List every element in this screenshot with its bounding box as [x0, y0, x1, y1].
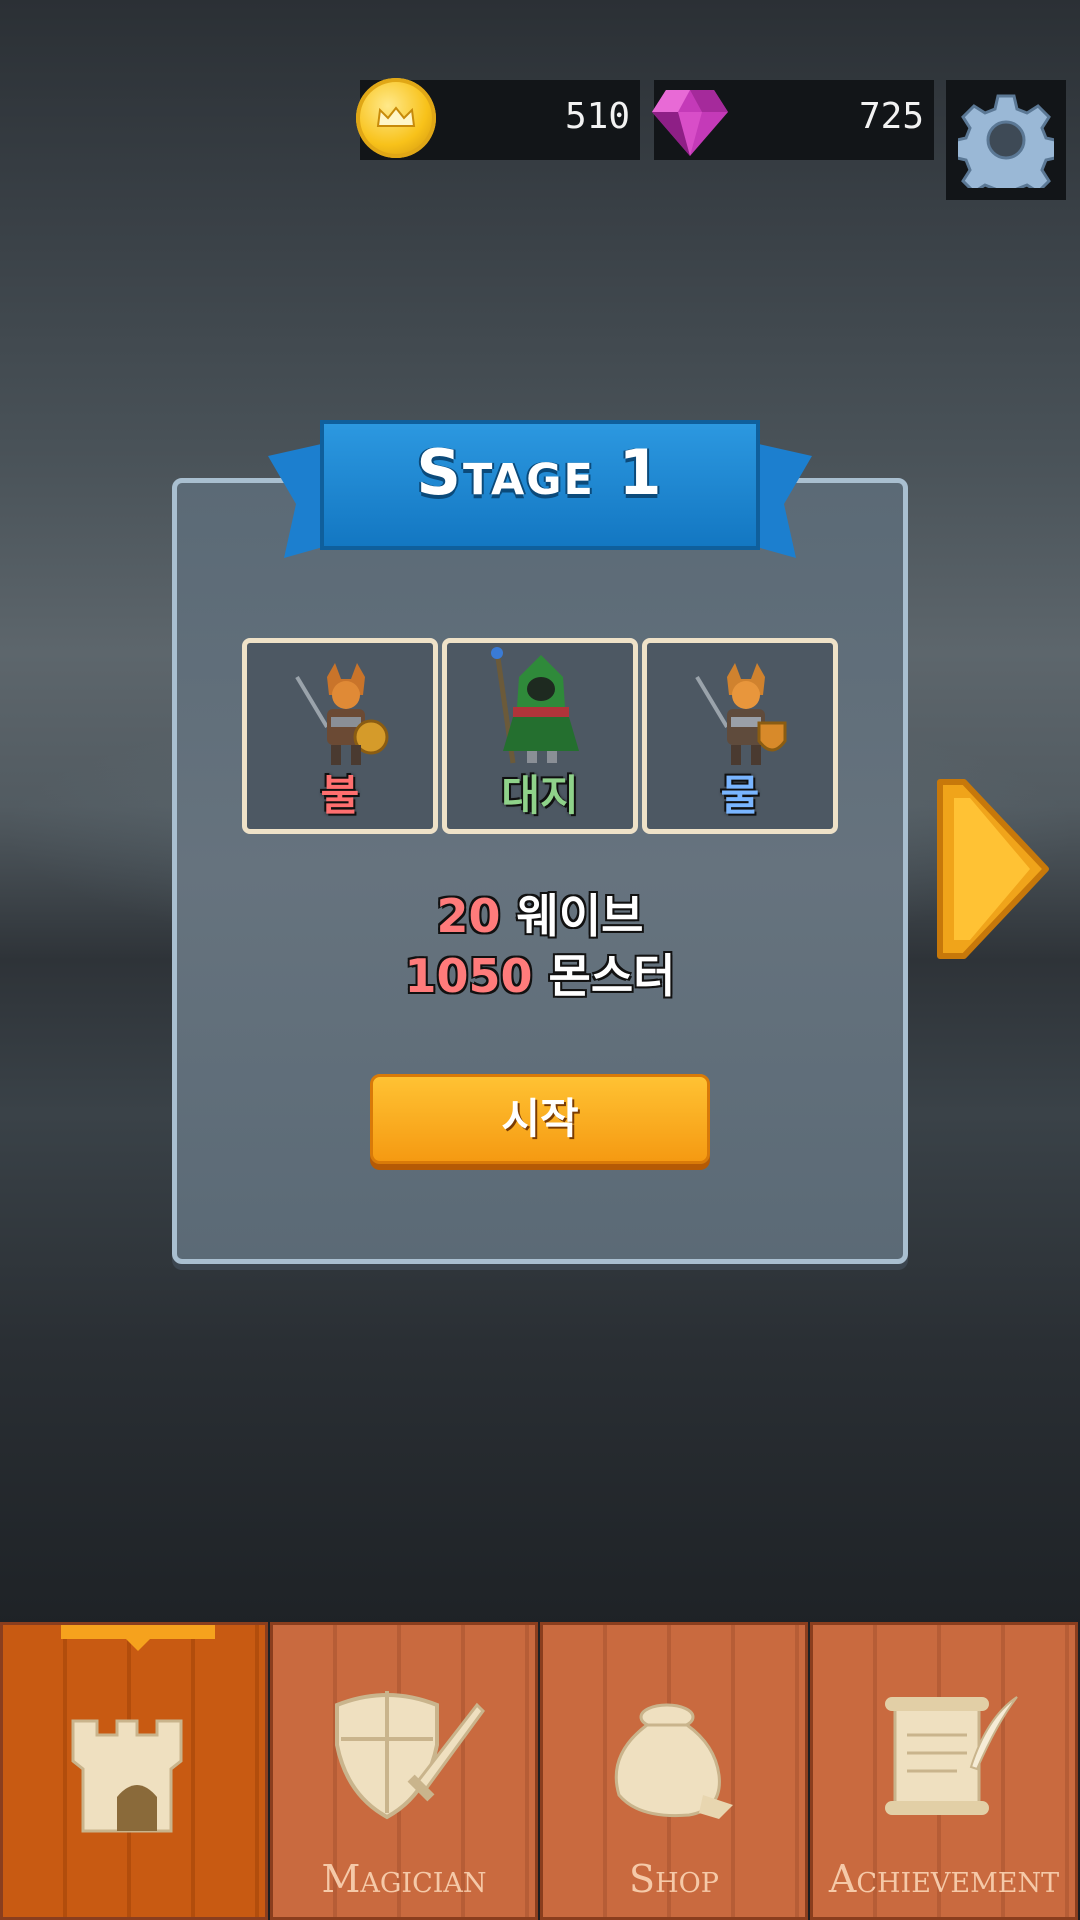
gem-amount: 725	[858, 96, 924, 137]
monsters-label: 몬스터	[548, 949, 676, 1003]
tab-shop[interactable]: Shop	[540, 1622, 808, 1920]
bottom-navigation: Magician Shop Achievement	[0, 1622, 1080, 1920]
gold-counter: 510	[356, 78, 640, 160]
gear-icon	[958, 94, 1054, 188]
active-tab-indicator	[61, 1625, 215, 1651]
gold-coin-icon	[356, 78, 436, 158]
element-label-earth: 대지	[501, 771, 579, 820]
gem-icon	[652, 90, 728, 156]
element-slot-earth[interactable]: 대지	[442, 638, 638, 834]
element-label-water: 물	[720, 771, 760, 820]
monsters-info: 1050 몬스터	[372, 940, 708, 1006]
castle-icon	[71, 1719, 183, 1833]
waves-label: 웨이브	[516, 889, 644, 943]
money-bag-icon	[614, 1703, 733, 1819]
gem-counter: 725	[652, 80, 934, 160]
fox-warrior-icon	[695, 663, 787, 765]
tab-magician[interactable]: Magician	[270, 1622, 538, 1920]
scroll-quill-icon	[885, 1696, 1018, 1815]
tab-shop-label: Shop	[629, 1857, 719, 1901]
stage-title-banner: Stage 1	[268, 416, 812, 558]
gold-amount: 510	[564, 96, 630, 137]
stage-title: Stage 1	[416, 436, 664, 509]
green-mage-icon	[491, 647, 579, 764]
next-stage-arrow-icon[interactable]	[930, 776, 1052, 962]
tab-achievement[interactable]: Achievement	[810, 1622, 1078, 1920]
tab-magician-label: Magician	[321, 1857, 487, 1901]
waves-info: 20 웨이브	[372, 880, 708, 946]
shield-sword-icon	[335, 1691, 485, 1820]
element-slot-water[interactable]: 물	[642, 638, 838, 834]
element-slot-fire[interactable]: 불	[242, 638, 438, 834]
tab-stage[interactable]	[0, 1622, 268, 1920]
element-label-fire: 불	[320, 771, 360, 820]
waves-count: 20	[436, 889, 501, 943]
settings-button[interactable]	[946, 80, 1066, 200]
start-button[interactable]: 시작	[370, 1074, 710, 1164]
tab-achievement-label: Achievement	[828, 1857, 1060, 1901]
monsters-count: 1050	[404, 949, 533, 1003]
fox-warrior-icon	[295, 663, 389, 765]
